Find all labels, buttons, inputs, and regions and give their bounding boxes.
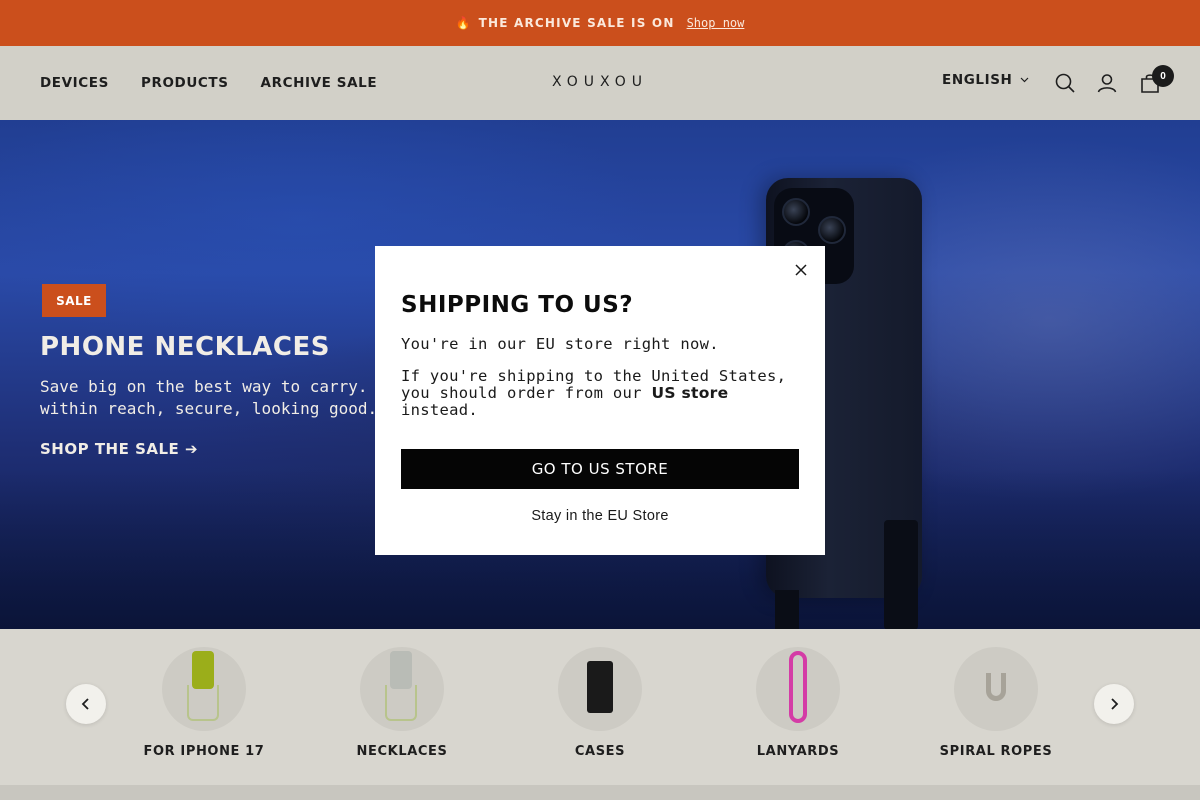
account-button[interactable] bbox=[1096, 72, 1118, 94]
close-icon bbox=[795, 264, 807, 276]
modal-title: SHIPPING TO US? bbox=[401, 292, 634, 318]
nav-archive-sale[interactable]: ARCHIVE SALE bbox=[261, 75, 378, 91]
announcement-message: THE ARCHIVE SALE IS ON bbox=[478, 16, 675, 30]
nav-devices[interactable]: DEVICES bbox=[40, 75, 109, 91]
category-carousel: FOR IPHONE 17 NECKLACES CASES LANYARDS S… bbox=[0, 629, 1200, 785]
strap-left bbox=[775, 590, 799, 629]
category-thumbnail bbox=[162, 647, 246, 731]
category-item[interactable]: LANYARDS bbox=[728, 647, 868, 759]
product-shape bbox=[587, 661, 613, 713]
category-item[interactable]: SPIRAL ROPES bbox=[926, 647, 1066, 759]
category-item[interactable]: NECKLACES bbox=[332, 647, 472, 759]
site-logo[interactable]: XOUXOU bbox=[548, 74, 652, 94]
announcement-bar: 🔥 THE ARCHIVE SALE IS ON Shop now bbox=[0, 0, 1200, 46]
category-label: FOR IPHONE 17 bbox=[143, 744, 265, 759]
product-shape bbox=[789, 651, 807, 723]
chevron-down-icon bbox=[1021, 77, 1029, 83]
strap-right bbox=[884, 520, 918, 629]
shop-now-link[interactable]: Shop now bbox=[687, 16, 745, 30]
flame-icon: 🔥 bbox=[455, 16, 471, 30]
camera-lens bbox=[818, 216, 846, 244]
modal-text-part: If you're shipping to the United States, bbox=[401, 367, 787, 385]
site-header: DEVICES PRODUCTS ARCHIVE SALE XOUXOU ENG… bbox=[0, 46, 1200, 120]
category-thumbnail bbox=[558, 647, 642, 731]
cart-count-badge: 0 bbox=[1152, 65, 1174, 87]
language-selector[interactable]: ENGLISH bbox=[942, 72, 1029, 88]
sale-badge: SALE bbox=[42, 284, 106, 317]
chevron-left-icon bbox=[81, 698, 89, 710]
product-shape bbox=[986, 673, 1006, 701]
category-label: NECKLACES bbox=[356, 744, 448, 759]
language-label: ENGLISH bbox=[942, 72, 1013, 88]
category-label: LANYARDS bbox=[756, 744, 840, 759]
carousel-prev-button[interactable] bbox=[66, 684, 106, 724]
search-button[interactable] bbox=[1054, 72, 1076, 94]
category-thumbnail bbox=[756, 647, 840, 731]
carousel-next-button[interactable] bbox=[1094, 684, 1134, 724]
search-icon bbox=[1055, 73, 1075, 93]
category-label: CASES bbox=[574, 744, 626, 759]
strap-shape bbox=[385, 685, 417, 721]
product-shape bbox=[192, 651, 214, 689]
modal-text-part: instead. bbox=[401, 401, 479, 419]
user-icon bbox=[1097, 74, 1117, 93]
modal-text-part: you should order from our bbox=[401, 384, 642, 402]
product-shape bbox=[390, 651, 412, 689]
hero-title: PHONE NECKLACES bbox=[40, 332, 330, 362]
nav-products[interactable]: PRODUCTS bbox=[141, 75, 229, 91]
camera-lens bbox=[782, 198, 810, 226]
strap-shape bbox=[187, 685, 219, 721]
us-store-emphasis: US store bbox=[651, 384, 729, 402]
go-to-us-store-button[interactable]: GO TO US STORE bbox=[401, 449, 799, 489]
main-nav: DEVICES PRODUCTS ARCHIVE SALE bbox=[40, 46, 377, 120]
chevron-right-icon bbox=[1111, 698, 1119, 710]
category-item[interactable]: CASES bbox=[530, 647, 670, 759]
shipping-modal: SHIPPING TO US? You're in our EU store r… bbox=[375, 246, 825, 555]
modal-shipping-text: If you're shipping to the United States,… bbox=[401, 368, 801, 419]
shop-the-sale-link[interactable]: SHOP THE SALE ➔ bbox=[40, 440, 198, 458]
category-item[interactable]: FOR IPHONE 17 bbox=[134, 647, 274, 759]
close-button[interactable] bbox=[793, 262, 809, 278]
modal-store-notice: You're in our EU store right now. bbox=[401, 335, 719, 353]
stay-in-eu-store-link[interactable]: Stay in the EU Store bbox=[375, 508, 825, 524]
footer-strip bbox=[0, 785, 1200, 800]
category-thumbnail bbox=[954, 647, 1038, 731]
category-thumbnail bbox=[360, 647, 444, 731]
category-label: SPIRAL ROPES bbox=[939, 744, 1053, 759]
